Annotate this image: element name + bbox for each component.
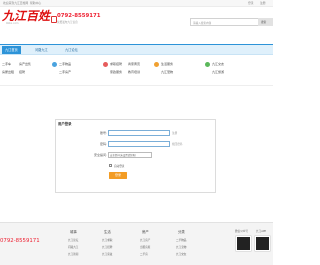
category-link[interactable]: 九江交友 bbox=[212, 62, 224, 66]
remember-checkbox[interactable] bbox=[109, 164, 112, 167]
footer-link[interactable]: 九江求职 bbox=[102, 238, 112, 242]
category-link[interactable]: 九江宠物 bbox=[161, 70, 173, 74]
register-link[interactable]: 注册 bbox=[260, 1, 266, 5]
search-button[interactable]: 搜索 bbox=[258, 18, 273, 26]
username-input[interactable] bbox=[108, 130, 170, 136]
footer bbox=[0, 222, 273, 265]
category-icon bbox=[154, 62, 159, 67]
category-link[interactable]: 房产出售 bbox=[19, 62, 31, 66]
footer-column-title: 城事 bbox=[70, 230, 77, 234]
nav-home[interactable]: 九江首页 bbox=[2, 46, 21, 54]
category-link[interactable]: 生活服务 bbox=[161, 62, 173, 66]
footer-link[interactable]: 九江新闻 bbox=[68, 252, 78, 256]
password-label: 密码: bbox=[99, 142, 107, 146]
section-divider bbox=[0, 85, 273, 86]
footer-link[interactable]: 九江房产 bbox=[140, 238, 150, 242]
register-link[interactable]: 注册 bbox=[172, 131, 177, 135]
search-placeholder: 请输入搜索内容 bbox=[193, 21, 212, 25]
username-label: 账号: bbox=[99, 131, 107, 135]
wechat-qr-icon bbox=[236, 236, 251, 251]
category-link[interactable]: 求职招聘 bbox=[110, 62, 122, 66]
footer-link[interactable]: 九江交友 bbox=[176, 252, 186, 256]
footer-link[interactable]: 二手物品 bbox=[176, 238, 186, 242]
footer-column-title: 房产 bbox=[142, 230, 149, 234]
footer-link[interactable]: 九江家政 bbox=[102, 252, 112, 256]
category-link[interactable]: 二手房产 bbox=[59, 70, 71, 74]
footer-column-title: 生活 bbox=[104, 230, 111, 234]
footer-hotline: 0792-8559171 bbox=[0, 238, 40, 244]
help-link[interactable]: 帮助中心 bbox=[30, 1, 41, 5]
search-input[interactable]: 请输入搜索内容 bbox=[190, 18, 260, 26]
login-button[interactable]: 登录 bbox=[109, 172, 127, 179]
app-qr-icon bbox=[255, 236, 270, 251]
category-link[interactable]: 二手车 bbox=[2, 62, 11, 66]
nav-forum[interactable]: 九江论坛 bbox=[62, 46, 81, 54]
category-link[interactable]: 九江旅游 bbox=[212, 70, 224, 74]
footer-link[interactable]: 九江宠物 bbox=[176, 245, 186, 249]
category-link[interactable]: 商家黄页 bbox=[128, 62, 140, 66]
search-button-label: 搜索 bbox=[261, 20, 267, 24]
remember-label: 自动登录 bbox=[114, 165, 125, 168]
category-icon bbox=[52, 62, 57, 67]
security-question-select[interactable]: 安全提问(未设置请忽略) bbox=[108, 152, 152, 158]
forgot-password-link[interactable]: 找回密码 bbox=[172, 142, 182, 146]
category-link[interactable]: 招聘 bbox=[19, 70, 25, 74]
welcome-text: 欢迎来到九江百姓网 bbox=[3, 1, 29, 5]
footer-link[interactable]: 二手房 bbox=[140, 252, 148, 256]
hotline-caption: 免费发布九江信息 bbox=[57, 21, 78, 24]
footer-column-title: 分类 bbox=[178, 230, 185, 234]
security-question-value: 安全提问(未设置请忽略) bbox=[110, 154, 136, 157]
category-link[interactable]: 房屋出租 bbox=[2, 70, 14, 74]
qr-label: 微信公众号 bbox=[235, 230, 248, 233]
category-link[interactable]: 二手物品 bbox=[59, 62, 71, 66]
footer-link[interactable]: 九江招聘 bbox=[102, 245, 112, 249]
security-question-label: 安全提问: bbox=[93, 153, 107, 157]
footer-link[interactable]: 问路九江 bbox=[68, 245, 78, 249]
nav-ask[interactable]: 问路九江 bbox=[32, 46, 51, 54]
category-icon bbox=[205, 62, 210, 67]
login-link[interactable]: 登录 bbox=[248, 1, 254, 5]
footer-link[interactable]: 九江论坛 bbox=[68, 238, 78, 242]
top-bar: 欢迎来到九江百姓网 帮助中心 登录 注册 bbox=[0, 0, 273, 7]
main-nav: 九江首页 问路九江 九江论坛 bbox=[0, 44, 273, 55]
logo-subtitle: 9zbx.com bbox=[6, 22, 19, 25]
qr-label: 九江APP bbox=[256, 230, 267, 233]
category-icon bbox=[103, 62, 108, 67]
hotline-number: 0792-8559171 bbox=[57, 13, 101, 19]
password-input[interactable] bbox=[108, 141, 170, 147]
footer-link[interactable]: 出租房屋 bbox=[140, 245, 150, 249]
category-link[interactable]: 教育培训 bbox=[128, 70, 140, 74]
login-title: 用户登录 bbox=[58, 122, 72, 126]
category-link[interactable]: 家政服务 bbox=[110, 70, 122, 74]
